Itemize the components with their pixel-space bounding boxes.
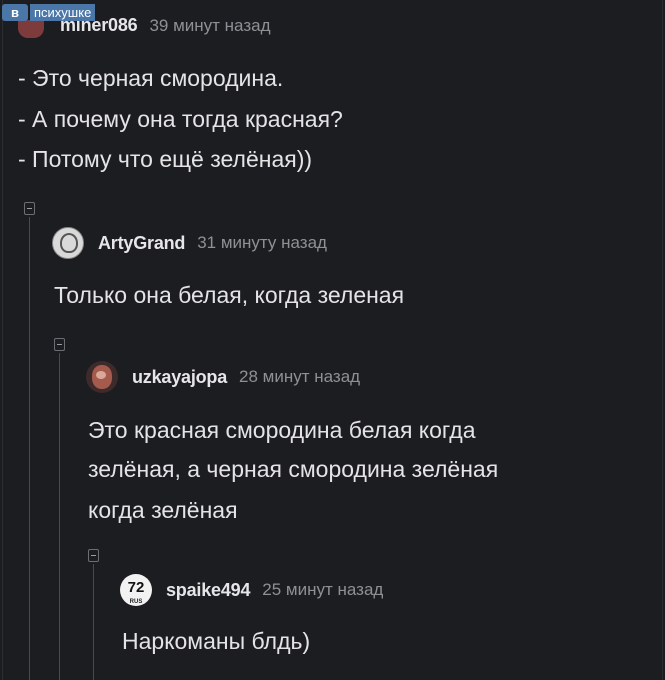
thread-line[interactable] [29,217,30,680]
author-name[interactable]: spaike494 [166,580,250,601]
comment-text-line: - А почему она тогда красная? [18,106,343,132]
collapse-thread-button[interactable] [24,202,35,215]
thread-line[interactable] [59,353,60,680]
comment-text-line: Наркоманы блдь) [122,628,311,654]
comment-text-line: когда зелёная [88,497,238,523]
watermark-logo: в [2,4,28,21]
author-name[interactable]: uzkayajopa [132,367,227,388]
collapse-thread-button[interactable] [54,338,65,351]
comment-text-line: - Потому что ещё зелёная)) [18,146,313,172]
comment-header: 72 RUS spaike494 25 минут назад [120,574,383,606]
author-name[interactable]: ArtyGrand [98,233,185,254]
avatar[interactable] [86,361,118,393]
collapse-thread-button[interactable] [88,549,99,562]
comment-text-line: зелёная, а черная смородина зелёная [88,456,499,482]
comment-text-line: Только она белая, когда зеленая [54,282,405,308]
thread-line[interactable] [93,564,94,680]
watermark: в психушке [2,4,96,21]
comment-header: ArtyGrand 31 минуту назад [52,227,327,259]
avatar[interactable]: 72 RUS [120,574,152,606]
avatar[interactable] [52,227,84,259]
comment-time[interactable]: 25 минут назад [262,580,383,600]
comment-text-line: Это красная смородина белая когда [88,417,476,443]
avatar[interactable] [18,20,44,38]
avatar-number: 72 [127,579,145,596]
comment-header: uzkayajopa 28 минут назад [86,361,360,393]
comment-time[interactable]: 28 минут назад [239,367,360,387]
comment-text-line: - Это черная смородина. [18,65,284,91]
comment-time[interactable]: 31 минуту назад [197,233,327,253]
avatar-region: RUS [129,599,143,605]
comment-time[interactable]: 39 минут назад [149,16,270,36]
watermark-text: психушке [30,4,96,21]
